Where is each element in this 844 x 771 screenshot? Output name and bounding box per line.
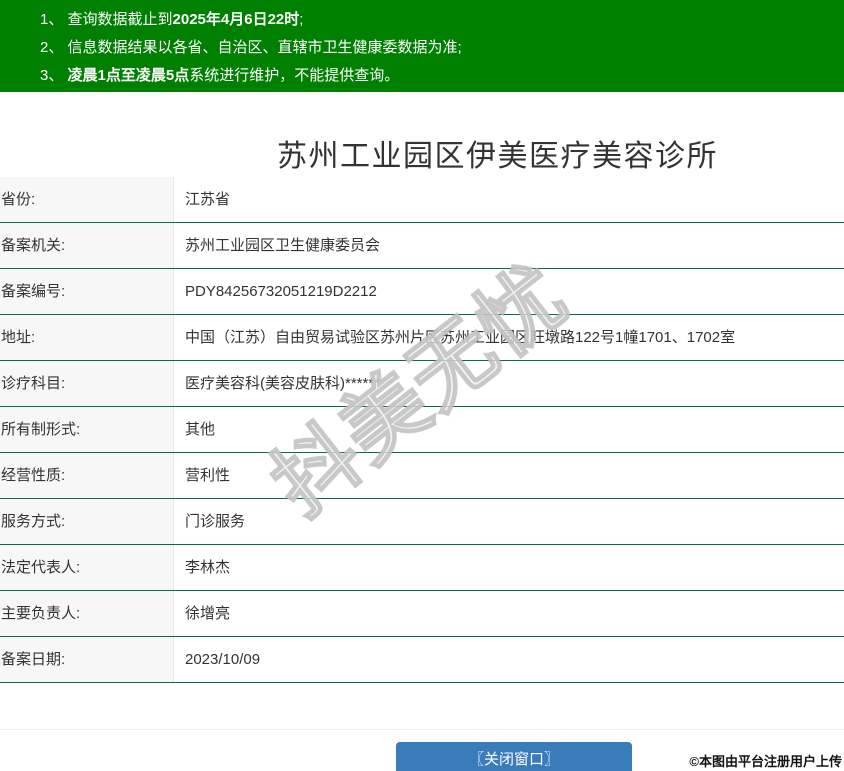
field-value: 苏州工业园区卫生健康委员会 [185,237,381,254]
footer-divider [0,729,844,730]
table-row: 法定代表人: 李林杰 [0,545,844,591]
notice-text: 2025年4月6日22时 [172,11,300,28]
table-row: 经营性质: 营利性 [0,453,844,499]
notice-text: 2、 信息数据结果以各省、自治区、直辖市卫生健康委数据为准; [40,39,462,56]
field-label: 服务方式: [0,499,174,544]
field-value: 其他 [185,421,216,438]
notice-text: 凌晨1点至凌晨5点 [67,67,190,84]
record-table: 省份: 江苏省 备案机关: 苏州工业园区卫生健康委员会 备案编号: PDY84256732… [0,177,844,683]
field-label: 所有制形式: [0,407,174,452]
table-row: 诊疗科目: 医疗美容科(美容皮肤科)****** [0,361,844,407]
image-attribution: ©本图由平台注册用户上传 [689,754,842,769]
table-row: 备案日期: 2023/10/09 [0,637,844,683]
table-row: 备案编号: PDY84256732051219D2212 [0,269,844,315]
field-value: 医疗美容科(美容皮肤科)****** [185,375,381,392]
field-label: 省份: [0,177,174,222]
field-label: 备案日期: [0,637,174,682]
table-row: 备案机关: 苏州工业园区卫生健康委员会 [0,223,844,269]
table-row: 主要负责人: 徐增亮 [0,591,844,637]
field-value: 徐增亮 [185,605,231,622]
table-row: 服务方式: 门诊服务 [0,499,844,545]
table-row: 地址: 中国（江苏）自由贸易试验区苏州片区苏州工业园区旺墩路122号1幢1701、… [0,315,844,361]
notice-list: 1、 查询数据截止到2025年4月6日22时; 2、 信息数据结果以各省、自治区、… [40,6,834,90]
notice-line: 2、 信息数据结果以各省、自治区、直辖市卫生健康委数据为准; [40,34,834,62]
field-value: 中国（江苏）自由贸易试验区苏州片区苏州工业园区旺墩路122号1幢1701、170… [185,329,736,346]
notice-line: 3、 凌晨1点至凌晨5点系统进行维护，不能提供查询。 [40,62,834,90]
close-window-button[interactable]: 〖关闭窗口〗 [396,742,632,771]
field-label: 主要负责人: [0,591,174,636]
field-label: 备案机关: [0,223,174,268]
field-value: 营利性 [185,467,231,484]
table-row: 所有制形式: 其他 [0,407,844,453]
notice-text: 1、 查询数据截止到 [40,11,173,28]
notice-text: ; [299,11,304,28]
field-value: 江苏省 [185,191,231,208]
notice-text: 3、 [40,67,68,84]
field-value: 李林杰 [185,559,231,576]
page-title: 苏州工业园区伊美医疗美容诊所 [277,140,718,174]
notice-line: 1、 查询数据截止到2025年4月6日22时; [40,6,834,34]
field-label: 法定代表人: [0,545,174,590]
field-value: 2023/10/09 [185,651,261,668]
page: 1、 查询数据截止到2025年4月6日22时; 2、 信息数据结果以各省、自治区、… [0,0,844,771]
field-label: 地址: [0,315,174,360]
table-row: 省份: 江苏省 [0,177,844,223]
field-label: 备案编号: [0,269,174,314]
field-value: PDY84256732051219D2212 [185,283,377,300]
field-label: 诊疗科目: [0,361,174,406]
field-label: 经营性质: [0,453,174,498]
notice-text: 系统进行维护，不能提供查询。 [189,67,400,84]
field-value: 门诊服务 [185,513,246,530]
notice-banner: 1、 查询数据截止到2025年4月6日22时; 2、 信息数据结果以各省、自治区、… [0,0,844,92]
